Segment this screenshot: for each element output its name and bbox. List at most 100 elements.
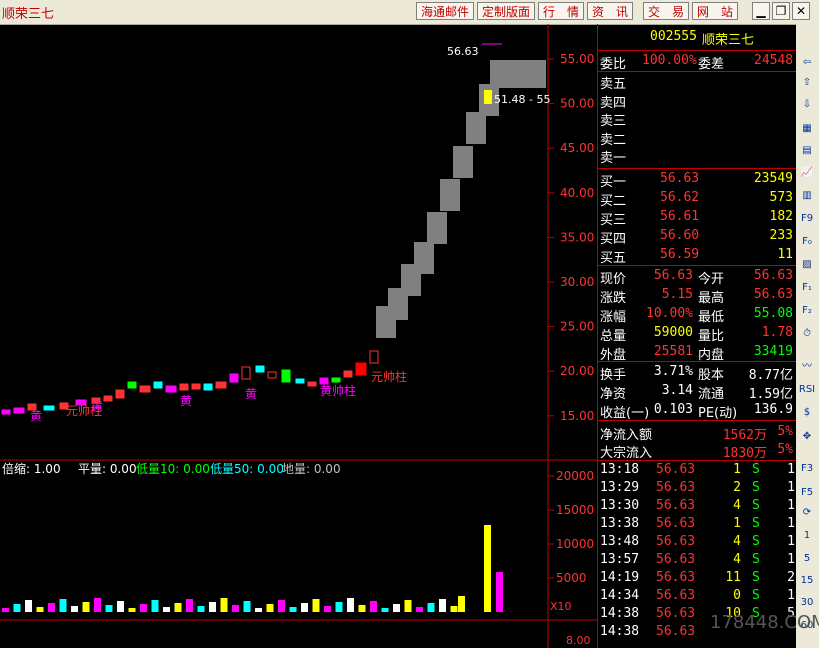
quotes-button[interactable]: 行 情 xyxy=(538,2,584,20)
tick-price: 56.63 xyxy=(656,498,696,513)
bottom-label: 8.00 xyxy=(566,634,591,647)
price-axis-label: 40.00 xyxy=(560,186,594,200)
restore-icon[interactable]: ❐ xyxy=(772,2,790,20)
quote-label: 涨幅 xyxy=(600,310,627,325)
tick-price: 56.63 xyxy=(656,570,696,585)
f12-icon[interactable]: F₂ xyxy=(798,302,816,319)
tick-row: 13:38 56.63 1 S 1 xyxy=(598,515,797,533)
candle xyxy=(453,146,473,178)
period-30-button[interactable]: 30 xyxy=(798,594,816,611)
wave-icon[interactable]: 〰 xyxy=(798,358,816,375)
volume-axis-label: 5000 xyxy=(556,571,587,585)
tick-time: 14:19 xyxy=(600,570,640,585)
tick-count: 1 xyxy=(787,498,795,513)
volume-bar xyxy=(117,601,124,612)
volume-bars xyxy=(2,525,503,612)
f11-icon[interactable]: F₁ xyxy=(798,279,816,296)
candle-icon[interactable]: ▥ xyxy=(798,187,816,204)
x10-label: X10 xyxy=(550,600,572,613)
volume-bar xyxy=(140,604,147,612)
table-icon[interactable]: ▤ xyxy=(798,142,816,159)
quote-row: 现价 56.63 今开 56.63 xyxy=(598,267,797,287)
move-icon[interactable]: ✥ xyxy=(798,428,816,445)
f10-icon[interactable]: F₀ xyxy=(798,233,816,250)
quote-value: 55.08 xyxy=(753,306,793,321)
finance-label: 净资 xyxy=(600,387,627,402)
dollar-icon[interactable]: $ xyxy=(798,404,816,421)
kline-chart[interactable]: 55.00 50.00 45.00 40.00 35.00 30.00 25.00 20.00… xyxy=(0,24,597,648)
arrow-up-icon[interactable]: ⇧ xyxy=(798,74,816,91)
website-button[interactable]: 网 站 xyxy=(692,2,738,20)
quote-label: 涨跌 xyxy=(600,291,627,306)
f3-icon[interactable]: F3 xyxy=(798,460,816,477)
tick-count: 1 xyxy=(787,552,795,567)
tick-side: S xyxy=(752,552,760,567)
rsi-icon[interactable]: RSI xyxy=(798,381,816,398)
candle xyxy=(331,377,341,383)
quote-value: 1.78 xyxy=(761,325,793,340)
candle xyxy=(191,383,201,390)
tick-time: 14:34 xyxy=(600,588,640,603)
volume-bar xyxy=(151,600,159,612)
candle xyxy=(295,378,305,384)
grid-icon[interactable]: ▦ xyxy=(798,120,816,137)
quote-row: 涨跌 5.15 最高 56.63 xyxy=(598,286,797,306)
close-icon[interactable]: ✕ xyxy=(792,2,810,20)
tick-row: 13:30 56.63 4 S 1 xyxy=(598,497,797,515)
stock-name: 顺荣三七 xyxy=(702,33,755,48)
candle xyxy=(267,371,277,379)
volume-bar xyxy=(174,603,182,612)
arrow-down-icon[interactable]: ⇩ xyxy=(798,96,816,113)
tick-price: 56.63 xyxy=(656,552,696,567)
volume-bar xyxy=(404,600,412,612)
volume-axis-label: 10000 xyxy=(556,537,594,551)
annotation: 黄 xyxy=(30,409,42,423)
volume-bar xyxy=(232,605,239,612)
finance-value: 0.103 xyxy=(653,402,693,417)
tick-volume: 0 xyxy=(733,588,741,603)
clock-icon[interactable]: ⏱ xyxy=(798,325,816,342)
finance-value: 3.71% xyxy=(653,364,693,379)
f9-icon[interactable]: F9 xyxy=(798,210,816,227)
quote-value: 56.63 xyxy=(653,268,693,283)
refresh-icon[interactable]: ⟳ xyxy=(798,504,816,521)
flow-value: 1830万 xyxy=(722,446,767,461)
volume-bar xyxy=(82,602,90,612)
trade-button[interactable]: 交 易 xyxy=(643,2,689,20)
minimize-icon[interactable]: ▁ xyxy=(752,2,770,20)
stock-code: 002555 xyxy=(650,29,697,44)
volume-bar xyxy=(36,607,44,612)
tick-volume: 4 xyxy=(733,498,741,513)
tick-row: 13:48 56.63 4 S 1 xyxy=(598,533,797,551)
period-15-button[interactable]: 15 xyxy=(798,572,816,589)
volume-bar xyxy=(312,599,320,612)
line-chart-icon[interactable]: 📈 xyxy=(798,164,816,181)
finance-label: PE(动) xyxy=(698,406,738,421)
period-1-button[interactable]: 1 xyxy=(798,527,816,544)
period-5-button[interactable]: 5 xyxy=(798,550,816,567)
volume-bar xyxy=(370,601,377,612)
buy-row-1: 买一 56.63 23549 xyxy=(598,170,797,190)
volume-bar xyxy=(25,600,32,612)
tick-row: 14:19 56.63 11 S 2 xyxy=(598,569,797,587)
finance-value: 8.77亿 xyxy=(748,368,793,383)
haitong-mail-button[interactable]: 海通邮件 xyxy=(416,2,474,20)
indicator-d: 低量50: 0.00 xyxy=(210,462,284,476)
chart-icon[interactable]: ▨ xyxy=(798,256,816,273)
candle xyxy=(484,90,492,104)
tick-count: 1 xyxy=(787,462,795,477)
custom-layout-button[interactable]: 定制版面 xyxy=(477,2,535,20)
tick-volume: 2 xyxy=(733,480,741,495)
tick-count: 1 xyxy=(787,588,795,603)
tick-price: 56.63 xyxy=(656,624,696,639)
volume-bar xyxy=(496,572,503,612)
news-button[interactable]: 资 讯 xyxy=(587,2,633,20)
arrow-left-icon[interactable]: ⇦ xyxy=(798,54,816,71)
volume-bar xyxy=(209,602,216,612)
buy-label: 买二 xyxy=(600,194,627,209)
tick-row: 14:34 56.63 0 S 1 xyxy=(598,587,797,605)
volume-bar xyxy=(197,606,205,612)
f5-icon[interactable]: F5 xyxy=(798,484,816,501)
finance-label: 收益(一) xyxy=(600,406,650,421)
candle xyxy=(13,407,25,414)
